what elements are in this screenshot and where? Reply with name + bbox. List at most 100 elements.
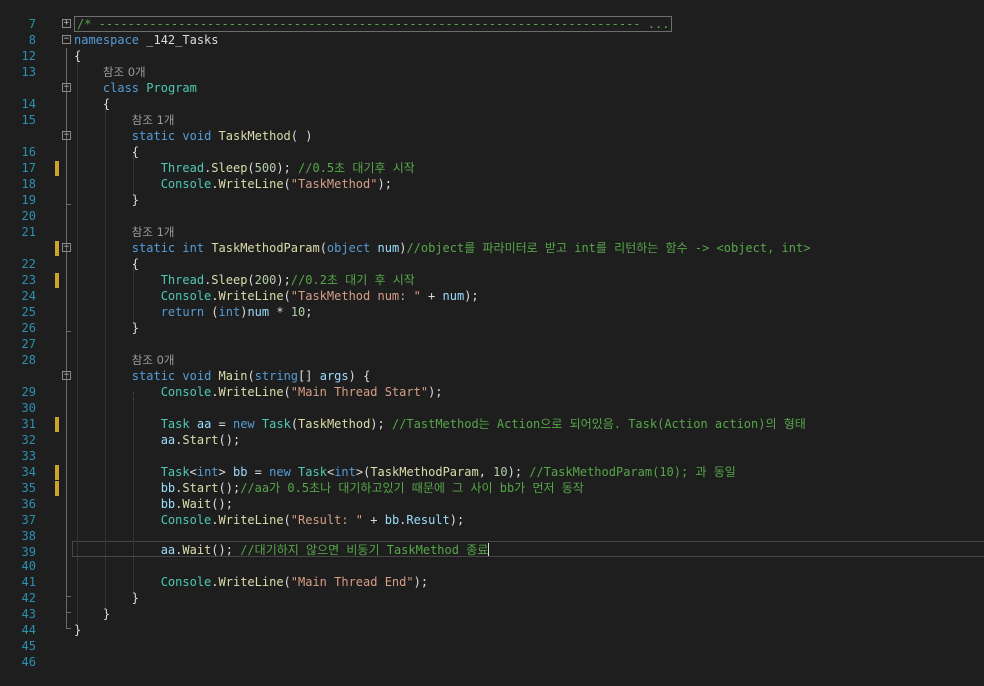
collapsed-comment-block[interactable]: /* -------------------------------------… [74, 16, 673, 32]
identifier: aa [160, 543, 176, 557]
code-line-24[interactable]: 24 Thread.Sleep(200);//0.2초 대기 후 시작 [0, 272, 984, 303]
code-line-18[interactable]: 18 Thread.Sleep(500); //0.5초 대기후 시작 [0, 160, 984, 191]
code-line-33[interactable]: 33 aa.Start(); [0, 432, 984, 463]
code-line-22[interactable]: 22 − static int TaskMethodParam(object n… [0, 240, 984, 271]
code-line-26[interactable]: 26 return (int)num * 10; [0, 304, 984, 335]
method-ref: TaskMethod [298, 417, 371, 431]
change-marker [55, 481, 59, 496]
string: "TaskMethod num: " [290, 289, 421, 303]
identifier: num [247, 305, 270, 319]
identifier: bb [160, 497, 176, 511]
property: Result [406, 513, 450, 527]
type: Task [160, 465, 190, 479]
code-line-34[interactable]: 34 [0, 448, 984, 479]
code-line-46[interactable]: 46 [0, 638, 984, 669]
method-call: Start [182, 481, 219, 495]
comment: //0.5초 대기후 시작 [290, 161, 415, 175]
operator: + [420, 289, 443, 303]
collapse-icon[interactable]: − [62, 131, 71, 140]
code-line-15[interactable]: 15 { [0, 96, 984, 127]
code-line-37[interactable]: 37 bb.Wait(); [0, 496, 984, 527]
type: Console [160, 177, 212, 191]
keyword: string [254, 369, 299, 383]
collapse-icon[interactable]: − [62, 243, 71, 252]
collapse-icon[interactable]: − [62, 371, 71, 380]
type: Console [160, 575, 212, 589]
code-line-8[interactable]: 8 + /* ---------------------------------… [0, 16, 984, 47]
brace: { [131, 257, 140, 271]
code-line-42[interactable]: 42 Console.WriteLine("Main Thread End"); [0, 574, 984, 605]
codelens-references[interactable]: 참조 0개 [132, 353, 175, 367]
brace: { [74, 49, 82, 63]
keyword: object [326, 241, 371, 255]
comment: //TaskMethodParam(10); 과 동일 [522, 465, 736, 479]
method-call: Wait [182, 497, 212, 511]
code-line-28[interactable]: 28 [0, 336, 984, 367]
keyword: new [232, 417, 255, 431]
identifier: bb [232, 465, 248, 479]
code-line-44[interactable]: 44 } [0, 606, 984, 637]
collapse-icon[interactable]: − [62, 83, 71, 92]
codelens-references[interactable]: 참조 0개 [103, 65, 146, 79]
change-marker [55, 161, 59, 176]
code-line-29[interactable]: 29 − static void Main(string[] args) { [0, 368, 984, 399]
code-line-13[interactable]: 13 { [0, 48, 984, 79]
code-line-19[interactable]: 19 Console.WriteLine("TaskMethod"); [0, 176, 984, 207]
brace: } [102, 607, 111, 621]
method-name: TaskMethod [218, 129, 291, 143]
identifier: num [442, 289, 465, 303]
codelens-references[interactable]: 참조 1개 [132, 225, 175, 239]
code-line-31[interactable]: 31 [0, 400, 984, 431]
string: "Result: " [290, 513, 364, 527]
comment: //0.2초 대기 후 시작 [290, 273, 415, 287]
keyword: void [182, 129, 212, 143]
code-line-30[interactable]: 30 Console.WriteLine("Main Thread Start"… [0, 384, 984, 415]
keyword: static [131, 241, 176, 255]
code-line-14[interactable]: 14 − class Program [0, 80, 984, 111]
code-line-41[interactable]: 41 [0, 558, 984, 589]
codelens-row: 참조 1개 [0, 112, 984, 128]
line-number: 46 [21, 655, 36, 669]
code-line-32[interactable]: 32 Task aa = new Task(TaskMethod); //Tas… [0, 416, 984, 447]
code-editor[interactable]: 7 8 + /* -------------------------------… [0, 0, 984, 669]
code-line-45[interactable]: 45 } [0, 622, 984, 653]
comment: //대기하지 않으면 비동기 TaskMethod 종료 [232, 543, 489, 557]
code-line-36[interactable]: 36 bb.Start();//aa가 0.5초나 대기하고있기 때문에 그 사… [0, 480, 984, 511]
codelens-references[interactable]: 참조 1개 [132, 113, 175, 127]
code-line-38[interactable]: 38 Console.WriteLine("Result: " + bb.Res… [0, 512, 984, 543]
code-line-23[interactable]: 23 { [0, 256, 984, 287]
brace: } [131, 591, 140, 605]
collapse-icon[interactable]: − [62, 35, 71, 44]
type: Console [160, 513, 212, 527]
identifier: aa [160, 433, 176, 447]
keyword: static [131, 129, 176, 143]
method-name: TaskMethodParam [211, 241, 320, 255]
code-line-43[interactable]: 43 } [0, 590, 984, 621]
code-line-20[interactable]: 20 } [0, 192, 984, 223]
number: 200 [254, 273, 277, 287]
codelens-row: 참조 0개 [0, 64, 984, 80]
method-ref: TaskMethodParam [370, 465, 479, 479]
change-marker [55, 417, 59, 432]
code-line-7[interactable]: 7 [0, 0, 984, 31]
keyword: int [334, 465, 356, 479]
class-name: Program [146, 81, 197, 95]
brace: { [131, 145, 140, 159]
code-line-12[interactable]: 12 − namespace _142_Tasks [0, 32, 984, 63]
comment: //aa가 0.5초나 대기하고있기 때문에 그 사이 bb가 먼저 동작 [240, 481, 584, 495]
method-call: WriteLine [218, 575, 284, 589]
code-line-16[interactable]: 16 − static void TaskMethod( ) [0, 128, 984, 159]
code-line-40[interactable]: 40 aa.Wait(); //대기하지 않으면 비동기 TaskMethod … [0, 542, 984, 573]
method-call: WriteLine [218, 385, 284, 399]
parameter: args [319, 369, 349, 383]
code-line-17[interactable]: 17 { [0, 144, 984, 175]
code-line-25[interactable]: 25 Console.WriteLine("TaskMethod num: " … [0, 288, 984, 319]
string: "Main Thread End" [290, 575, 414, 589]
keyword: int [218, 305, 241, 319]
expand-icon[interactable]: + [62, 19, 71, 28]
type: Task [160, 417, 190, 431]
code-line-27[interactable]: 27 } [0, 320, 984, 351]
code-line-21[interactable]: 21 [0, 208, 984, 239]
code-line-35[interactable]: 35 Task<int> bb = new Task<int>(TaskMeth… [0, 464, 984, 495]
type: Task [298, 465, 327, 479]
